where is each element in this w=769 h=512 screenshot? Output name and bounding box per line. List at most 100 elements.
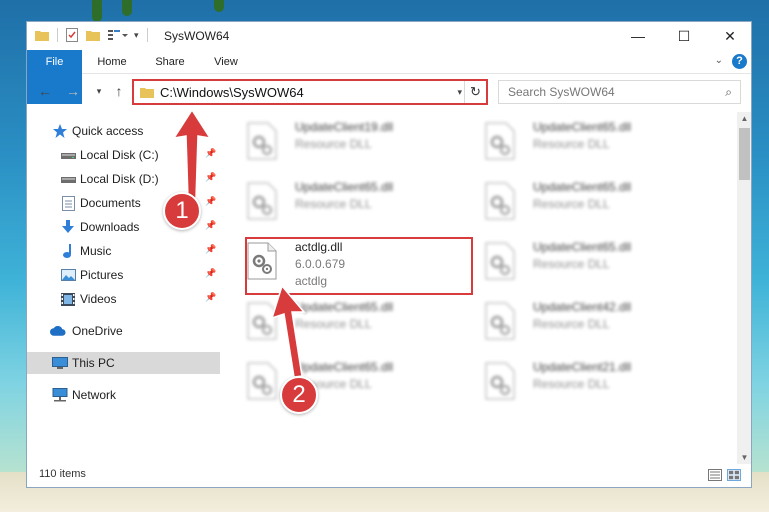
sidebar-item-label: Videos [80,292,117,306]
tab-home[interactable]: Home [87,50,137,74]
dll-file-icon [485,362,515,400]
step-2-badge: 2 [280,376,318,414]
sidebar-item-videos[interactable]: Videos 📌 [27,288,220,310]
scroll-down-icon[interactable]: ▼ [737,453,751,462]
sidebar-item-label: Music [80,244,112,258]
file-item[interactable]: UpdateClient65.dll Resource DLL [461,236,697,290]
file-name: UpdateClient65.dll [533,240,632,254]
pictures-icon [60,267,76,283]
toolbar-divider [57,28,58,42]
file-name: UpdateClient42.dll [533,300,632,314]
dll-file-icon [247,122,277,160]
file-description: Resource DLL [533,317,610,331]
minimize-button[interactable]: — [615,22,661,50]
scrollbar-thumb[interactable] [739,128,750,180]
file-description: Resource DLL [533,377,610,391]
details-view-icon[interactable] [708,469,722,481]
sidebar-item-label: Network [72,388,117,402]
tab-share[interactable]: Share [145,50,195,74]
sidebar-item-label: This PC [72,356,115,370]
item-count: 110 items [39,468,86,480]
dll-file-icon [485,122,515,160]
annotation-arrow-1 [172,108,212,199]
pin-icon[interactable]: 📌 [205,244,216,255]
videos-icon [60,291,76,307]
sidebar-item-label: Quick access [72,124,144,138]
music-icon [60,243,76,259]
file-name: UpdateClient65.dll [533,180,632,194]
tab-view[interactable]: View [203,50,249,74]
quick-access-toolbar: ▾ [35,28,156,42]
sidebar-item-onedrive[interactable]: OneDrive [27,320,220,342]
file-item[interactable]: UpdateClient65.dll Resource DLL [461,176,697,230]
properties-icon[interactable] [66,28,78,42]
toolbar-divider [146,28,148,42]
sidebar-item-label: Local Disk (C:) [80,148,159,162]
step-1-badge: 1 [163,192,201,230]
close-button[interactable]: ✕ [707,22,751,50]
search-icon[interactable]: ⌕ [725,85,732,100]
dll-file-icon [485,242,515,280]
file-name: UpdateClient19.dll [295,120,394,134]
title-bar: ▾ SysWOW64 — ☐ ✕ [27,22,751,50]
search-box[interactable]: ⌕ [498,80,741,104]
dll-file-icon [247,182,277,220]
cloud-icon [50,323,66,339]
sidebar-item-label: Documents [80,196,141,210]
file-description: Resource DLL [295,197,372,211]
file-item[interactable]: UpdateClient65.dll Resource DLL [223,176,459,230]
sidebar-item-music[interactable]: Music 📌 [27,240,220,262]
back-arrow-icon[interactable]: ← [37,83,53,99]
sidebar-item-this-pc[interactable]: This PC [27,352,220,374]
file-description: Resource DLL [533,197,610,211]
expand-ribbon-icon[interactable]: ⌄ [715,55,723,66]
network-icon [52,387,68,403]
file-description: Resource DLL [295,137,372,151]
new-folder-icon[interactable] [86,29,100,41]
forward-arrow-icon[interactable]: → [65,83,81,99]
file-item[interactable]: UpdateClient65.dll Resource DLL [223,356,459,410]
file-item[interactable]: UpdateClient19.dll Resource DLL [223,116,459,170]
sidebar-item-network[interactable]: Network [27,384,220,406]
pin-icon[interactable]: 📌 [205,268,216,279]
maximize-button[interactable]: ☐ [661,22,707,50]
background-leaf [122,0,132,16]
file-name: UpdateClient21.dll [533,360,632,374]
ribbon: File Home Share View ⌄ ? [27,50,751,104]
file-item[interactable]: UpdateClient21.dll Resource DLL [461,356,697,410]
file-item[interactable]: UpdateClient42.dll Resource DLL [461,296,697,350]
drive-icon [60,171,76,187]
drive-icon [60,147,76,163]
background-leaf [92,0,102,22]
file-item[interactable]: UpdateClient65.dll Resource DLL [461,116,697,170]
file-description: Resource DLL [533,257,610,271]
sidebar-item-label: Local Disk (D:) [80,172,159,186]
chevron-down-icon[interactable]: ▾ [134,30,139,41]
annotation-arrow-2 [270,284,306,378]
pin-icon[interactable]: 📌 [205,292,216,303]
help-icon[interactable]: ? [732,54,747,69]
explorer-window: ▾ SysWOW64 — ☐ ✕ File Home Share View ⌄ … [26,21,752,488]
scroll-up-icon[interactable]: ▲ [737,114,751,123]
sidebar-item-label: Pictures [80,268,124,282]
sidebar-item-label: OneDrive [72,324,123,338]
file-item[interactable]: UpdateClient65.dll Resource DLL [223,296,459,350]
customize-toolbar-icon[interactable] [108,29,128,41]
sidebar-item-label: Downloads [80,220,140,234]
file-name: UpdateClient65.dll [295,180,394,194]
vertical-scrollbar[interactable]: ▲ ▼ [737,112,751,464]
status-bar: 110 items [27,464,751,487]
file-name: UpdateClient65.dll [533,120,632,134]
pc-icon [52,355,68,371]
download-icon [60,219,76,235]
dll-file-icon [485,182,515,220]
folder-icon[interactable] [35,29,49,41]
pin-icon[interactable]: 📌 [205,220,216,231]
tiles-view-icon[interactable] [727,469,741,481]
background-leaf [214,0,224,12]
up-arrow-icon[interactable]: ↑ [111,83,127,99]
search-input[interactable] [499,81,709,103]
window-title: SysWOW64 [164,29,230,43]
sidebar-item-pictures[interactable]: Pictures 📌 [27,264,220,286]
recent-locations-icon[interactable]: ▾ [91,86,107,97]
